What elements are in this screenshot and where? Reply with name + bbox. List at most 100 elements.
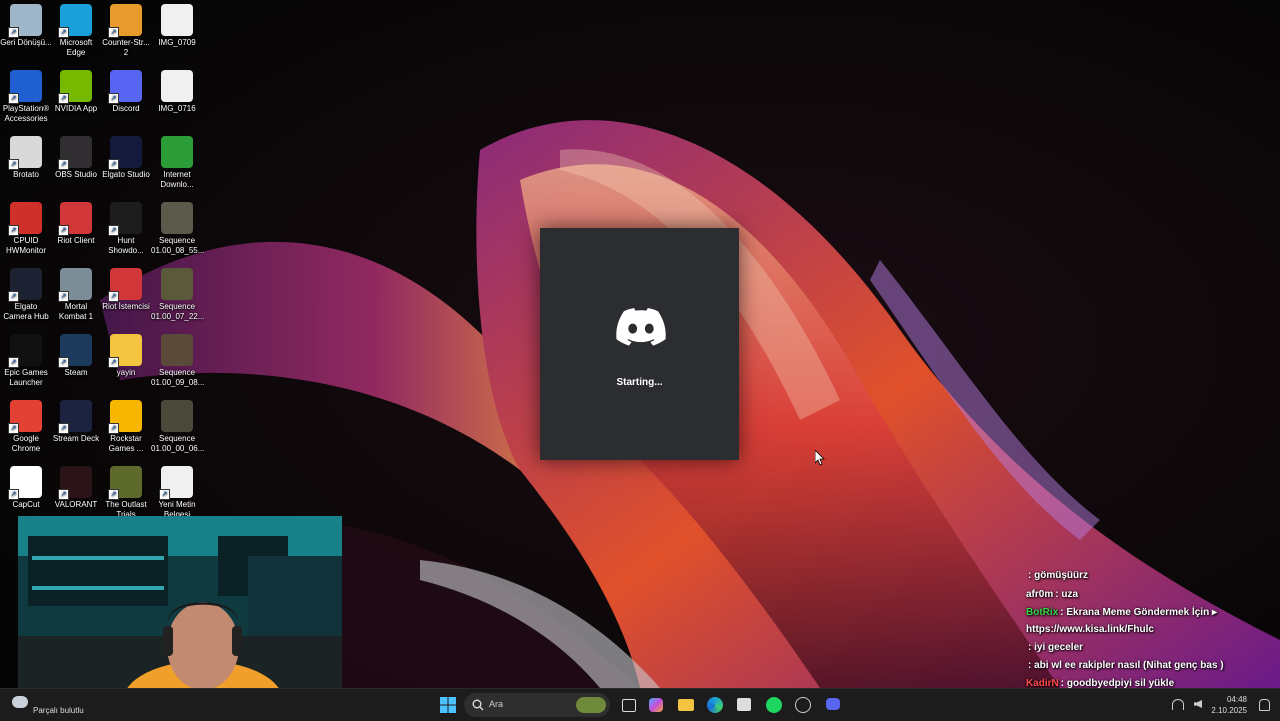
- notification-bell-icon[interactable]: [1259, 699, 1270, 711]
- shortcut-arrow-icon: ↗: [8, 423, 19, 434]
- desktop-icon-seq1[interactable]: Sequence 01.00_08_55...: [151, 198, 205, 256]
- chat-message: KadirN: goodbyedpiyi sil yükle: [1026, 674, 1280, 688]
- obs-icon: [795, 697, 811, 713]
- shortcut-arrow-icon: ↗: [8, 159, 19, 170]
- desktop-icon-txt[interactable]: ↗ Yeni Metin Belgesi: [151, 462, 203, 520]
- desktop-icon-discord[interactable]: ↗ Discord: [100, 66, 152, 114]
- desktop-icon-valorant[interactable]: ↗ VALORANT: [50, 462, 102, 510]
- mouse-cursor: [815, 450, 825, 466]
- nvidia-icon: ↗: [58, 70, 92, 104]
- shortcut-arrow-icon: ↗: [8, 93, 19, 104]
- desktop-icon-chrome[interactable]: ↗ Google Chrome: [0, 396, 52, 454]
- obs-taskbar-button[interactable]: [793, 695, 813, 715]
- wifi-icon[interactable]: [1172, 699, 1184, 710]
- desktop-icon-cpuid[interactable]: ↗ CPUID HWMonitor: [0, 198, 52, 256]
- search-highlight-icon: [576, 697, 606, 713]
- volume-icon[interactable]: [1194, 700, 1202, 708]
- windows-logo-icon: [440, 697, 456, 713]
- desktop-icon-streamdeck[interactable]: ↗ Stream Deck: [50, 396, 102, 444]
- desktop-icon-img0716[interactable]: IMG_0716: [151, 66, 203, 114]
- steam-icon: ↗: [58, 334, 92, 368]
- hunt-showdown-icon: ↗: [108, 202, 142, 236]
- copilot-button[interactable]: [646, 695, 666, 715]
- desktop-icon-label: Internet Downlo...: [160, 170, 194, 189]
- desktop-icon-label: Discord: [112, 104, 140, 113]
- mortal-kombat-icon: ↗: [58, 268, 92, 302]
- spotify-icon: [766, 697, 782, 713]
- shortcut-arrow-icon: ↗: [108, 423, 119, 434]
- desktop-icon-label: Sequence 01.00_08_55...: [151, 236, 205, 255]
- desktop-icon-recycle[interactable]: ↗ Geri Dönüşü...: [0, 0, 52, 48]
- desktop-icon-yayin[interactable]: ↗ yayin: [100, 330, 152, 378]
- desktop-icon-label: Hunt Showdo...: [108, 236, 144, 255]
- desktop-icon-label: Stream Deck: [52, 434, 100, 443]
- desktop[interactable]: ↗ Geri Dönüşü... ↗ Microsoft Edge ↗ Counter-S…: [0, 0, 1280, 688]
- video-thumbnail-icon: [161, 202, 193, 234]
- desktop-icon-mk1[interactable]: ↗ Mortal Kombat 1: [50, 264, 102, 322]
- file-explorer-button[interactable]: [676, 695, 696, 715]
- desktop-icon-seq2[interactable]: Sequence 01.00_07_22...: [151, 264, 204, 322]
- shortcut-arrow-icon: ↗: [8, 291, 19, 302]
- desktop-icon-obs[interactable]: ↗ OBS Studio: [50, 132, 102, 180]
- desktop-icon-camhub[interactable]: ↗ Elgato Camera Hub: [0, 264, 52, 322]
- shortcut-arrow-icon: ↗: [108, 27, 119, 38]
- desktop-icon-outlast[interactable]: ↗ The Outlast Trials: [100, 462, 152, 520]
- clock-time[interactable]: 04:48: [1207, 695, 1247, 704]
- weather-widget[interactable]: Parçalı bulutlu: [10, 692, 110, 718]
- shortcut-arrow-icon: ↗: [8, 489, 19, 500]
- desktop-icon-label: CPUID HWMonitor: [5, 236, 46, 255]
- text-file-icon: ↗: [159, 466, 193, 500]
- playstation-icon: ↗: [8, 70, 42, 104]
- discord-splash-window[interactable]: Starting...: [540, 228, 739, 460]
- desktop-icon-img0709[interactable]: IMG_0709: [151, 0, 203, 48]
- search-icon: [472, 699, 484, 711]
- desktop-icon-elgato[interactable]: ↗ Elgato Studio: [100, 132, 152, 180]
- weather-icon: [12, 696, 28, 708]
- desktop-icon-seq3[interactable]: Sequence 01.00_09_08...: [151, 330, 204, 388]
- shortcut-arrow-icon: ↗: [58, 225, 69, 236]
- desktop-icon-seq4[interactable]: Sequence 01.00_00_06...: [151, 396, 204, 454]
- desktop-icon-label: Mortal Kombat 1: [58, 302, 94, 321]
- desktop-icon-brotato[interactable]: ↗ Brotato: [0, 132, 52, 180]
- shortcut-arrow-icon: ↗: [58, 489, 69, 500]
- desktop-icon-epic[interactable]: ↗ Epic Games Launcher: [0, 330, 52, 388]
- desktop-icon-label: Geri Dönüşü...: [0, 38, 52, 47]
- desktop-icon-nvidia[interactable]: ↗ NVIDIA App: [50, 66, 102, 114]
- task-view-button[interactable]: [618, 695, 638, 715]
- desktop-icon-label: Riot Client: [57, 236, 95, 245]
- desktop-icon-idm[interactable]: Internet Downlo...: [151, 132, 203, 190]
- stream-deck-icon: ↗: [58, 400, 92, 434]
- video-file-icon: [161, 4, 193, 36]
- webcam-overlay: [18, 516, 342, 688]
- start-button[interactable]: [438, 695, 458, 715]
- recycle-bin-icon: ↗: [8, 4, 42, 38]
- desktop-icon-capcut[interactable]: ↗ CapCut: [0, 462, 52, 510]
- discord-icon: ↗: [108, 70, 142, 104]
- desktop-icon-steam[interactable]: ↗ Steam: [50, 330, 102, 378]
- outlast-trials-icon: ↗: [108, 466, 142, 500]
- taskbar-search[interactable]: Ara: [464, 693, 610, 717]
- desktop-icon-label: IMG_0709: [158, 38, 196, 47]
- chat-message: BotRix: Ekrana Meme Göndermek İçin ▸ htt…: [1026, 604, 1280, 638]
- folder-icon: [678, 699, 694, 711]
- desktop-icon-label: CapCut: [12, 500, 40, 509]
- desktop-icon-rockstar[interactable]: ↗ Rockstar Games ...: [100, 396, 152, 454]
- desktop-icon-cs2[interactable]: ↗ Counter-Str... 2: [100, 0, 152, 58]
- desktop-icon-hunt[interactable]: ↗ Hunt Showdo...: [100, 198, 152, 256]
- shortcut-arrow-icon: ↗: [58, 291, 69, 302]
- desktop-icon-ps[interactable]: ↗ PlayStation® Accessories: [0, 66, 52, 124]
- webcam-feed: [18, 516, 342, 688]
- shortcut-arrow-icon: ↗: [108, 357, 119, 368]
- clock-date[interactable]: 2.10.2025: [1207, 706, 1247, 715]
- discord-taskbar-button[interactable]: [823, 695, 843, 715]
- brotato-icon: ↗: [8, 136, 42, 170]
- edge-taskbar-button[interactable]: [705, 695, 725, 715]
- desktop-icon-riot[interactable]: ↗ Riot Client: [50, 198, 102, 246]
- chrome-icon: ↗: [8, 400, 42, 434]
- shortcut-arrow-icon: ↗: [58, 357, 69, 368]
- desktop-icon-riotist[interactable]: ↗ Riot İstemcisi: [100, 264, 152, 312]
- spotify-button[interactable]: [764, 695, 784, 715]
- desktop-icon-label: NVIDIA App: [54, 104, 98, 113]
- desktop-icon-edge[interactable]: ↗ Microsoft Edge: [50, 0, 102, 58]
- store-button[interactable]: [734, 695, 754, 715]
